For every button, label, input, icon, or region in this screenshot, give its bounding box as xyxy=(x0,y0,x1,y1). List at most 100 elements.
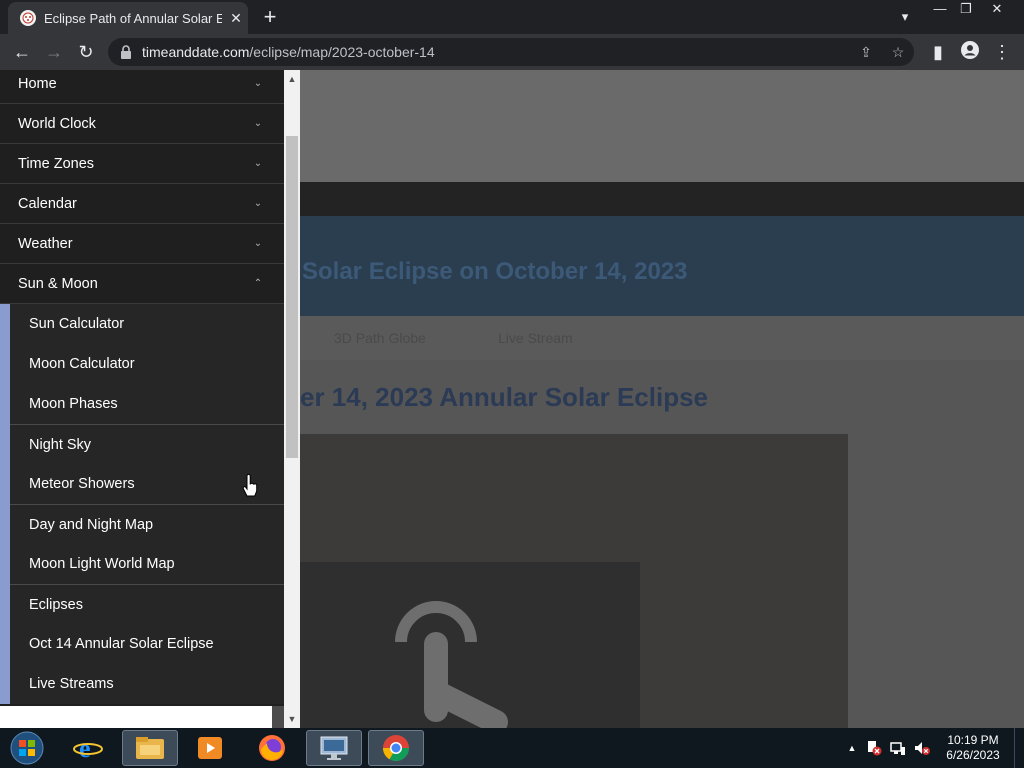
internet-explorer-button[interactable]: e xyxy=(60,730,116,766)
menu-item-world-clock[interactable]: World Clock ⌄ xyxy=(0,104,284,144)
page-tab-globe: 3D Path Globe xyxy=(334,330,426,346)
submenu-item-label: Oct 14 Annular Solar Eclipse xyxy=(29,636,214,652)
submenu-item-moon-light-map[interactable]: Moon Light World Map xyxy=(10,544,284,584)
submenu-item-label: Moon Light World Map xyxy=(29,556,175,572)
menu-item-calendar[interactable]: Calendar ⌄ xyxy=(0,184,284,224)
monitor-icon xyxy=(320,736,348,760)
menu-item-home[interactable]: Home ⌄ xyxy=(0,70,284,104)
chevron-down-icon: ⌄ xyxy=(253,237,263,249)
tab-strip: Eclipse Path of Annular Solar Eclipse ✕ … xyxy=(0,0,1024,34)
remote-desktop-button[interactable] xyxy=(306,730,362,766)
submenu-item-label: Eclipses xyxy=(29,596,83,613)
menu-item-label: Time Zones xyxy=(18,155,95,172)
menu-item-label: Weather xyxy=(18,235,73,252)
submenu-item-sun-calculator[interactable]: Sun Calculator xyxy=(10,304,284,344)
tab-search-icon[interactable]: ▾ xyxy=(894,8,916,28)
menu-item-label: Home xyxy=(18,75,57,92)
minimize-button[interactable]: — xyxy=(928,0,952,20)
browser-menu-icon[interactable]: ⋮ xyxy=(990,40,1014,64)
url-path: /eclipse/map/2023-october-14 xyxy=(249,44,435,60)
scroll-up-arrow-icon[interactable]: ▲ xyxy=(284,72,300,86)
submenu-item-moon-phases[interactable]: Moon Phases xyxy=(10,384,284,424)
forward-arrow-icon[interactable]: → xyxy=(42,40,66,64)
profile-icon[interactable] xyxy=(958,40,982,64)
lock-icon xyxy=(121,45,131,59)
show-desktop-button[interactable] xyxy=(1014,728,1024,768)
bookmark-star-icon[interactable]: ☆ xyxy=(888,42,908,62)
chevron-down-icon: ⌄ xyxy=(253,117,263,129)
submenu-item-day-night-map[interactable]: Day and Night Map xyxy=(10,504,284,544)
back-arrow-icon[interactable]: ← xyxy=(10,40,34,64)
url-text: timeanddate.com/eclipse/map/2023-october… xyxy=(142,44,435,60)
svg-text:e: e xyxy=(79,734,91,763)
submenu-item-label: Night Sky xyxy=(29,436,92,453)
menu-item-sun-moon[interactable]: Sun & Moon ⌃ xyxy=(0,264,284,304)
scrollbar-thumb[interactable] xyxy=(286,136,298,458)
submenu-item-label: Meteor Showers xyxy=(29,476,135,492)
submenu-accent-bar xyxy=(0,304,10,704)
tap-gesture-icon xyxy=(395,601,508,730)
side-panel-icon[interactable]: ▮ xyxy=(926,40,950,64)
submenu-item-oct14-eclipse[interactable]: Oct 14 Annular Solar Eclipse xyxy=(10,624,284,664)
page-tabs: 3D Path Globe Live Stream xyxy=(300,316,1024,360)
new-tab-button[interactable]: + xyxy=(258,4,282,30)
page-body: er 14, 2023 Annular Solar Eclipse xyxy=(300,360,1024,730)
scroll-down-arrow-icon[interactable]: ▼ xyxy=(284,712,300,726)
hand-cursor-icon xyxy=(242,474,258,497)
chevron-down-icon: ⌄ xyxy=(253,157,263,169)
chrome-icon xyxy=(382,735,410,762)
page-header-bar xyxy=(300,182,1024,216)
page-banner xyxy=(300,70,1024,182)
page-subheading: er 14, 2023 Annular Solar Eclipse xyxy=(300,382,709,412)
share-icon[interactable]: ⇪ xyxy=(856,42,876,62)
media-player-button[interactable] xyxy=(182,730,238,766)
chrome-button[interactable] xyxy=(368,730,424,766)
chevron-down-icon: ⌄ xyxy=(253,197,263,209)
clock-time: 10:19 PM xyxy=(947,733,999,747)
folder-icon xyxy=(136,737,164,759)
submenu-item-night-sky[interactable]: Night Sky xyxy=(10,424,284,464)
media-player-icon xyxy=(198,737,222,759)
windows-taskbar: e ▲ 10:19 PM 6/26/2023 xyxy=(0,728,1024,768)
restore-button[interactable]: ❐ xyxy=(954,0,978,20)
close-button[interactable]: ✕ xyxy=(980,0,1014,20)
menu-item-weather[interactable]: Weather ⌄ xyxy=(0,224,284,264)
favicon-icon xyxy=(20,10,36,26)
page-title-banner: Solar Eclipse on October 14, 2023 xyxy=(300,216,1024,316)
internet-explorer-icon: e xyxy=(73,734,103,763)
reload-icon[interactable]: ↻ xyxy=(74,40,98,64)
site-nav-menu: Home ⌄ World Clock ⌄ Time Zones ⌄ Calend… xyxy=(0,70,284,706)
submenu-item-live-streams[interactable]: Live Streams xyxy=(10,664,284,704)
menu-item-label: Sun & Moon xyxy=(18,275,98,292)
chevron-up-icon: ⌃ xyxy=(253,277,263,289)
file-explorer-button[interactable] xyxy=(122,730,178,766)
submenu-item-label: Moon Calculator xyxy=(29,356,135,372)
page-heading: Solar Eclipse on October 14, 2023 xyxy=(302,258,688,285)
action-center-icon[interactable] xyxy=(866,740,882,756)
windows-logo-icon xyxy=(10,731,44,765)
menu-item-label: World Clock xyxy=(18,115,96,132)
submenu-item-label: Moon Phases xyxy=(29,396,118,412)
chevron-down-icon: ⌄ xyxy=(253,77,263,89)
start-button[interactable] xyxy=(0,730,54,766)
firefox-button[interactable] xyxy=(244,730,300,766)
eclipse-map-image[interactable] xyxy=(300,434,848,730)
submenu-item-moon-calculator[interactable]: Moon Calculator xyxy=(10,344,284,384)
url-host: timeanddate.com xyxy=(142,44,250,60)
address-bar[interactable]: timeanddate.com/eclipse/map/2023-october… xyxy=(108,38,914,66)
submenu-item-label: Live Streams xyxy=(29,676,114,692)
firefox-icon xyxy=(259,735,285,761)
system-clock[interactable]: 10:19 PM 6/26/2023 xyxy=(940,733,1006,763)
menu-scrollbar[interactable]: ▲ ▼ xyxy=(284,70,300,730)
tab-close-icon[interactable]: ✕ xyxy=(228,10,244,27)
menu-footer xyxy=(0,706,272,728)
tab-eclipse-path[interactable]: Eclipse Path of Annular Solar Eclipse ✕ xyxy=(8,2,248,34)
volume-muted-icon[interactable] xyxy=(914,740,930,756)
tab-title: Eclipse Path of Annular Solar Eclipse xyxy=(44,10,222,26)
submenu-item-label: Day and Night Map xyxy=(29,516,154,533)
browser-toolbar: ← → ↻ timeanddate.com/eclipse/map/2023-o… xyxy=(0,34,1024,70)
menu-item-time-zones[interactable]: Time Zones ⌄ xyxy=(0,144,284,184)
submenu-item-eclipses[interactable]: Eclipses xyxy=(10,584,284,624)
tray-expand-arrow-icon[interactable]: ▲ xyxy=(844,740,860,756)
network-icon[interactable] xyxy=(890,740,906,756)
